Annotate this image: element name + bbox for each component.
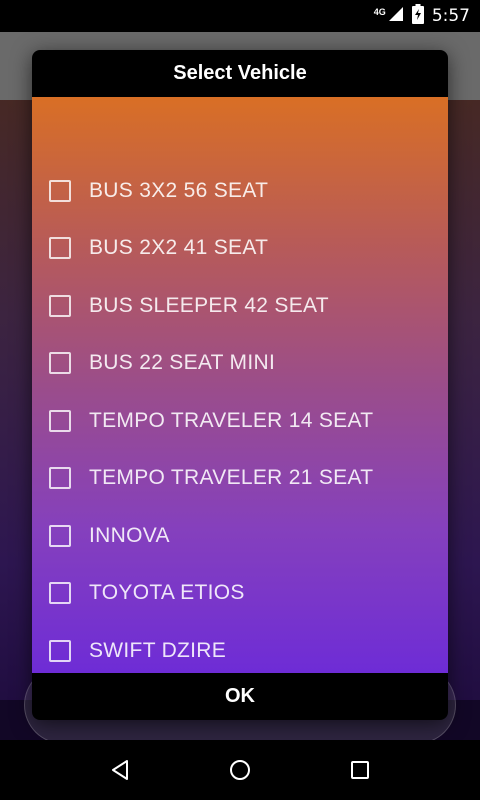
vehicle-option-label: BUS SLEEPER 42 SEAT [89, 293, 329, 317]
vehicle-option[interactable]: TEMPO TRAVELER 21 SEAT [32, 450, 448, 508]
vehicle-option-label: SWIFT DZIRE [89, 638, 227, 662]
vehicle-option[interactable]: BUS 22 SEAT MINI [32, 335, 448, 393]
vehicle-option[interactable]: TEMPO TRAVELER 14 SEAT [32, 392, 448, 450]
vehicle-option-label: BUS 22 SEAT MINI [89, 351, 276, 375]
vehicle-option-label: TEMPO TRAVELER 21 SEAT [89, 466, 374, 490]
vehicle-option-label: INNOVA [89, 523, 170, 547]
clock: 5:57 [431, 6, 470, 26]
vehicle-option[interactable]: SWIFT DZIRE [32, 622, 448, 680]
vehicle-option[interactable]: TOYOTA ETIOS [32, 565, 448, 623]
checkbox[interactable] [49, 524, 71, 547]
battery-icon [411, 3, 424, 29]
vehicle-option[interactable]: BUS 2X2 41 SEAT [32, 220, 448, 278]
checkbox[interactable] [49, 409, 71, 432]
ok-button[interactable]: OK [32, 673, 448, 720]
checkbox[interactable] [49, 179, 71, 202]
home-circle-icon[interactable] [220, 750, 260, 790]
checkbox[interactable] [49, 294, 71, 317]
checkbox[interactable] [49, 582, 71, 605]
vehicle-option[interactable]: INNOVA [32, 507, 448, 565]
signal-icon [388, 6, 404, 27]
back-triangle-icon[interactable] [100, 750, 140, 790]
dialog-title: Select Vehicle [32, 50, 448, 97]
vehicle-option-label: BUS 3X2 56 SEAT [89, 178, 269, 202]
vehicle-option[interactable]: BUS SLEEPER 42 SEAT [32, 277, 448, 335]
vehicle-option-label: TEMPO TRAVELER 14 SEAT [89, 408, 374, 432]
vehicle-option-label: BUS 2X2 41 SEAT [89, 236, 269, 260]
recents-square-icon[interactable] [340, 750, 380, 790]
network-type: 4G [373, 7, 386, 17]
status-bar: 4G 5:57 [0, 0, 480, 32]
vehicle-option[interactable]: BUS 3X2 56 SEAT [32, 162, 448, 220]
checkbox[interactable] [49, 639, 71, 662]
navigation-bar [0, 740, 480, 800]
vehicle-option-list: BUS 3X2 56 SEAT BUS 2X2 41 SEAT BUS SLEE… [32, 97, 448, 673]
checkbox[interactable] [49, 467, 71, 490]
vehicle-option-label: TOYOTA ETIOS [89, 581, 245, 605]
checkbox[interactable] [49, 237, 71, 260]
select-vehicle-dialog: Select Vehicle BUS 3X2 56 SEAT BUS 2X2 4… [32, 50, 448, 720]
checkbox[interactable] [49, 352, 71, 375]
